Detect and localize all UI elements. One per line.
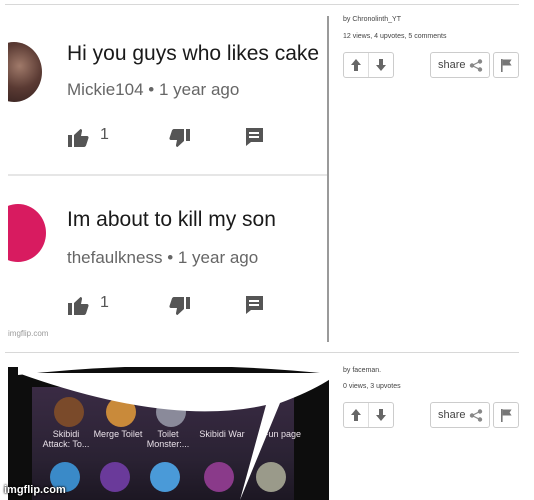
thumbs-down-icon bbox=[169, 129, 190, 147]
comment-meta: Mickie104 • 1 year ago bbox=[67, 80, 239, 100]
comment-author: thefaulkness bbox=[67, 248, 163, 267]
comment-time: 1 year ago bbox=[158, 80, 240, 99]
reply-icon bbox=[245, 296, 263, 314]
comment-author: Mickie104 bbox=[67, 80, 144, 99]
image-watermark: imgflip.com bbox=[8, 329, 49, 338]
meta-separator: • bbox=[167, 248, 174, 267]
vote-buttons bbox=[343, 402, 394, 428]
flag-button[interactable] bbox=[493, 402, 519, 428]
flag-icon bbox=[501, 409, 512, 422]
upvote-button[interactable] bbox=[344, 53, 369, 77]
meme-image-2[interactable]: Skibidi Attack: To... Merge Toilet Toile… bbox=[8, 367, 329, 500]
top-divider bbox=[5, 4, 519, 5]
flag-button[interactable] bbox=[493, 52, 519, 78]
comment-actions: 1 bbox=[67, 292, 307, 318]
post-meta-1: by Chronolinth_YT 12 views, 4 upvotes, 5… bbox=[343, 16, 523, 78]
like-count: 1 bbox=[100, 294, 109, 311]
share-label: share bbox=[438, 59, 466, 71]
share-button[interactable]: share bbox=[430, 402, 490, 428]
speech-bubble bbox=[18, 367, 329, 500]
post-divider bbox=[5, 352, 519, 353]
commenter-avatar bbox=[8, 42, 42, 102]
share-icon bbox=[469, 59, 483, 72]
comment-text: Im about to kill my son bbox=[67, 208, 276, 231]
flag-icon bbox=[501, 59, 512, 72]
comment-text: Hi you guys who likes cake bbox=[67, 42, 320, 65]
post-author[interactable]: by Chronolinth_YT bbox=[343, 16, 523, 23]
upvote-button[interactable] bbox=[344, 403, 369, 427]
like-count: 1 bbox=[100, 126, 109, 143]
post-stats: 12 views, 4 upvotes, 5 comments bbox=[343, 33, 447, 40]
site-watermark: imgflip.com bbox=[4, 484, 66, 496]
meme-image-1[interactable]: Hi you guys who likes cake Mickie104 • 1… bbox=[8, 16, 329, 342]
share-button[interactable]: share bbox=[430, 52, 490, 78]
share-icon bbox=[469, 409, 483, 422]
comment-time: 1 year ago bbox=[177, 248, 259, 267]
comment-actions: 1 bbox=[67, 124, 307, 150]
reply-icon bbox=[245, 128, 263, 146]
thumbs-up-icon bbox=[68, 297, 89, 315]
arrow-up-icon bbox=[351, 59, 361, 71]
arrow-up-icon bbox=[351, 409, 361, 421]
share-label: share bbox=[438, 409, 466, 421]
comment-meta: thefaulkness • 1 year ago bbox=[67, 248, 258, 268]
downvote-button[interactable] bbox=[369, 403, 394, 427]
post-author[interactable]: by faceman. bbox=[343, 367, 523, 374]
vote-buttons bbox=[343, 52, 394, 78]
thumbs-up-icon bbox=[68, 129, 89, 147]
thumbs-down-icon bbox=[169, 297, 190, 315]
meta-separator: • bbox=[148, 80, 155, 99]
comment-1: Hi you guys who likes cake Mickie104 • 1… bbox=[8, 16, 327, 174]
arrow-down-icon bbox=[376, 59, 386, 71]
commenter-avatar: t bbox=[8, 204, 46, 262]
post-meta-2: by faceman. 0 views, 3 upvotes share bbox=[343, 367, 523, 428]
arrow-down-icon bbox=[376, 409, 386, 421]
comment-2: t Im about to kill my son thefaulkness •… bbox=[8, 176, 327, 334]
downvote-button[interactable] bbox=[369, 53, 394, 77]
post-stats: 0 views, 3 upvotes bbox=[343, 383, 401, 390]
